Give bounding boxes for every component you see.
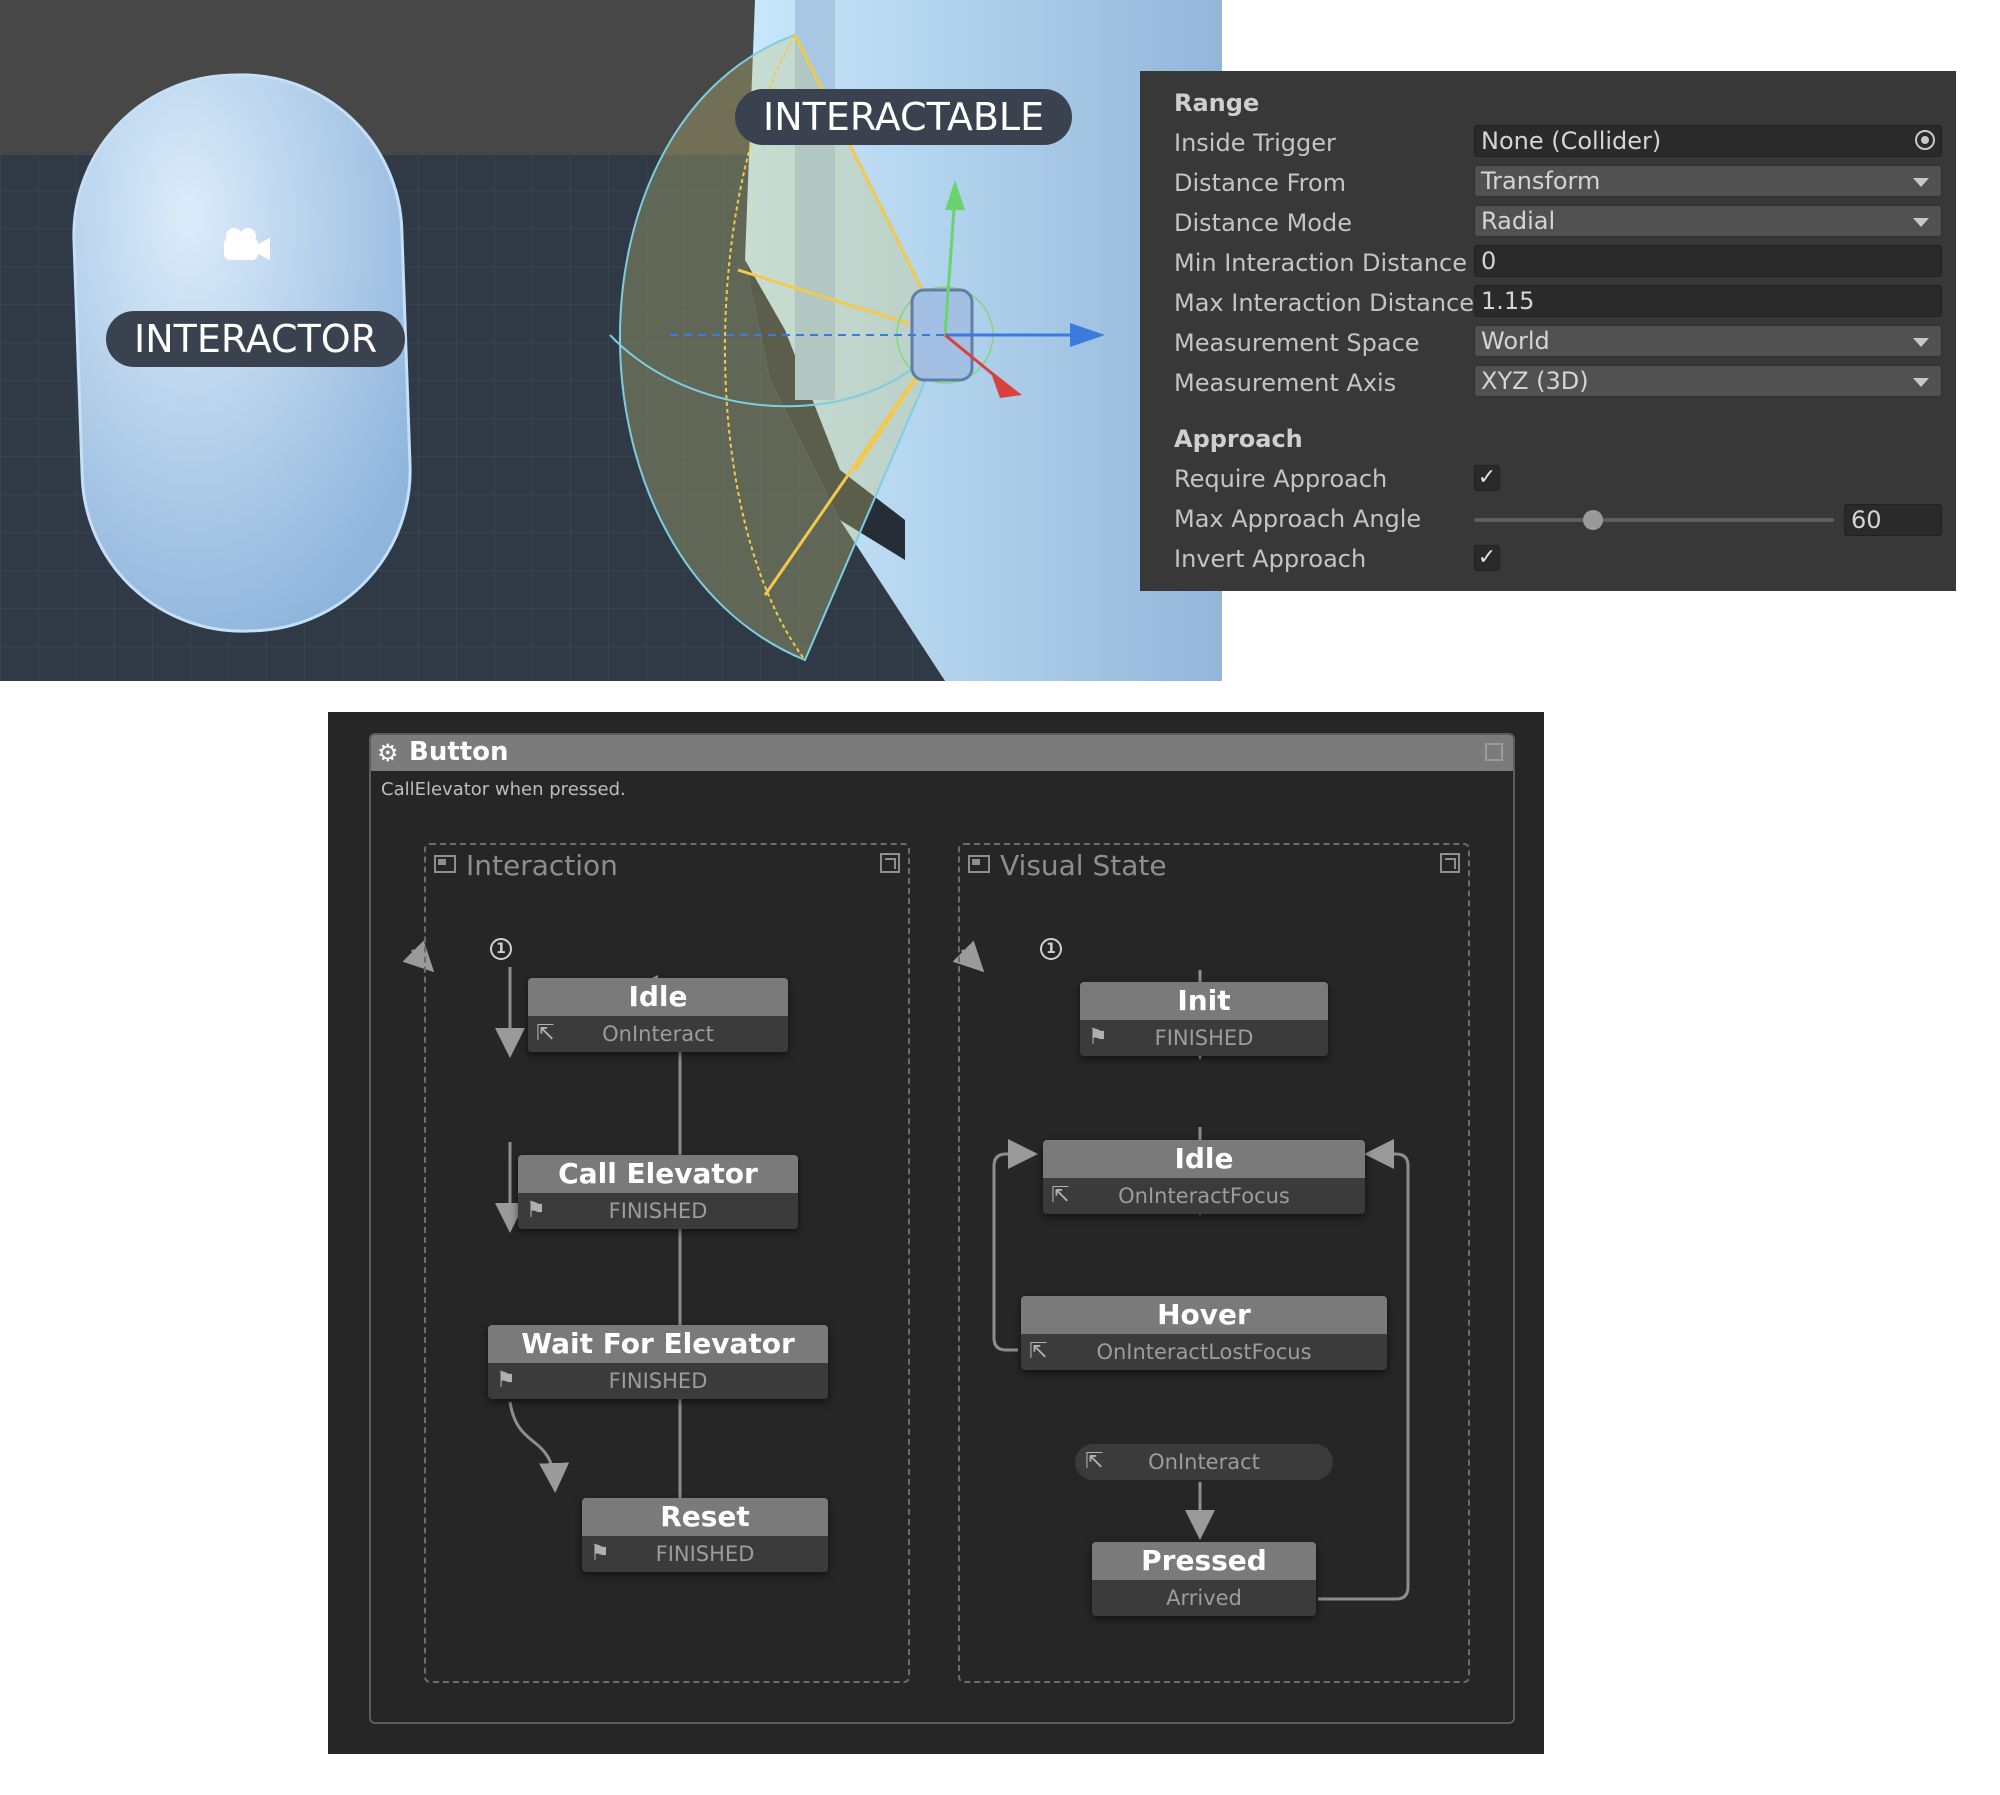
chevron-down-icon (1913, 218, 1929, 227)
state-call-elevator[interactable]: Call Elevator ⚑ FINISHED (518, 1155, 798, 1229)
flag-icon: ⚑ (1088, 1025, 1108, 1050)
distance-from-label: Distance From (1174, 169, 1347, 197)
event-label: Arrived (1166, 1586, 1242, 1610)
state-hover[interactable]: Hover ⇱ OnInteractLostFocus (1021, 1296, 1387, 1370)
require-approach-checkbox[interactable]: ✓ (1474, 465, 1500, 491)
scene-view[interactable]: INTERACTOR INTERACTABLE (0, 0, 1222, 681)
min-distance-input[interactable]: 0 (1474, 245, 1942, 277)
inside-trigger-value: None (Collider) (1481, 127, 1662, 155)
measurement-space-dropdown[interactable]: World (1474, 325, 1942, 357)
start-state-icon: 1 (1040, 938, 1062, 960)
cursor-icon: ⇱ (536, 1021, 555, 1046)
interactable-label: INTERACTABLE (735, 89, 1073, 145)
state-event[interactable]: ⚑ FINISHED (518, 1193, 798, 1229)
event-label: OnInteract (602, 1022, 714, 1046)
event-label: OnInteractFocus (1118, 1184, 1290, 1208)
invert-approach-checkbox[interactable]: ✓ (1474, 545, 1500, 571)
chevron-down-icon (1913, 378, 1929, 387)
cursor-icon: ⇱ (1085, 1449, 1104, 1474)
event-label: FINISHED (608, 1199, 708, 1223)
state-idle-interaction[interactable]: Idle ⇱ OnInteract (528, 978, 788, 1052)
state-name: Idle (528, 978, 788, 1016)
event-label: FINISHED (655, 1542, 755, 1566)
state-event[interactable]: ⇱ OnInteract (528, 1016, 788, 1052)
inside-trigger-field[interactable]: None (Collider) (1474, 125, 1942, 157)
max-approach-angle-input[interactable]: 60 (1844, 504, 1942, 536)
state-event[interactable]: ⚑ FINISHED (582, 1536, 828, 1572)
start-state-icon: 1 (490, 938, 512, 960)
group-icon (968, 855, 990, 873)
state-name: Pressed (1092, 1542, 1316, 1580)
flag-icon: ⚑ (496, 1368, 516, 1393)
flag-icon: ⚑ (526, 1198, 546, 1223)
chevron-down-icon (1913, 178, 1929, 187)
distance-mode-dropdown[interactable]: Radial (1474, 205, 1942, 237)
distance-from-dropdown[interactable]: Transform (1474, 165, 1942, 197)
inside-trigger-label: Inside Trigger (1174, 129, 1336, 157)
state-name: Call Elevator (518, 1155, 798, 1193)
state-idle-visual[interactable]: Idle ⇱ OnInteractFocus (1043, 1140, 1365, 1214)
maximize-icon[interactable] (1485, 743, 1503, 761)
state-event[interactable]: ⇱ OnInteractLostFocus (1021, 1334, 1387, 1370)
checkmark-icon: ✓ (1477, 465, 1497, 490)
slider-handle[interactable] (1582, 510, 1603, 530)
distance-from-value: Transform (1481, 167, 1601, 195)
state-name: Idle (1043, 1140, 1365, 1178)
measurement-space-label: Measurement Space (1174, 329, 1420, 357)
event-label: FINISHED (1154, 1026, 1254, 1050)
state-init[interactable]: Init ⚑ FINISHED (1080, 982, 1328, 1056)
cursor-icon: ⇱ (1029, 1339, 1048, 1364)
max-approach-angle-value: 60 (1851, 506, 1882, 534)
measurement-axis-dropdown[interactable]: XYZ (3D) (1474, 365, 1942, 397)
flag-icon: ⚑ (590, 1541, 610, 1566)
global-transition-oninteract[interactable]: ⇱ OnInteract (1075, 1444, 1333, 1480)
max-distance-input[interactable]: 1.15 (1474, 285, 1942, 317)
object-picker-icon[interactable] (1915, 130, 1935, 150)
max-distance-value: 1.15 (1481, 287, 1535, 315)
state-reset[interactable]: Reset ⚑ FINISHED (582, 1498, 828, 1572)
state-wait-for-elevator[interactable]: Wait For Elevator ⚑ FINISHED (488, 1325, 828, 1399)
max-approach-angle-slider[interactable] (1474, 518, 1834, 522)
fsm-graph-panel[interactable]: ⚙ Button CallElevator when pressed. Inte… (328, 712, 1544, 1754)
cursor-icon: ⇱ (1051, 1183, 1070, 1208)
measurement-axis-label: Measurement Axis (1174, 369, 1397, 397)
state-name: Init (1080, 982, 1328, 1020)
maximize-icon[interactable] (880, 853, 900, 873)
fsm-description: CallElevator when pressed. (381, 779, 626, 800)
chevron-down-icon (1913, 338, 1929, 347)
measurement-space-value: World (1481, 327, 1550, 355)
event-label: FINISHED (608, 1369, 708, 1393)
state-event[interactable]: Arrived (1092, 1580, 1316, 1616)
max-distance-label: Max Interaction Distance (1174, 289, 1475, 317)
approach-header: Approach (1174, 425, 1303, 453)
group-title: Visual State (1000, 849, 1167, 882)
state-name: Wait For Elevator (488, 1325, 828, 1363)
interactor-label: INTERACTOR (106, 311, 406, 367)
max-approach-angle-label: Max Approach Angle (1174, 505, 1422, 533)
checkmark-icon: ✓ (1477, 545, 1497, 570)
event-label: OnInteract (1148, 1450, 1260, 1474)
invert-approach-label: Invert Approach (1174, 545, 1367, 573)
fsm-titlebar[interactable]: ⚙ Button (371, 735, 1513, 771)
state-event[interactable]: ⇱ OnInteractFocus (1043, 1178, 1365, 1214)
min-distance-label: Min Interaction Distance (1174, 249, 1467, 277)
fsm-icon: ⚙ (377, 739, 399, 767)
state-name: Hover (1021, 1296, 1387, 1334)
min-distance-value: 0 (1481, 247, 1497, 275)
state-event[interactable]: ⚑ FINISHED (488, 1363, 828, 1399)
maximize-icon[interactable] (1440, 853, 1460, 873)
measurement-axis-value: XYZ (3D) (1481, 367, 1589, 395)
state-name: Reset (582, 1498, 828, 1536)
inspector-panel: Range Inside Trigger None (Collider) Dis… (1140, 71, 1956, 591)
distance-mode-value: Radial (1481, 207, 1556, 235)
range-header: Range (1174, 89, 1260, 117)
group-icon (434, 855, 456, 873)
state-pressed[interactable]: Pressed Arrived (1092, 1542, 1316, 1616)
event-label: OnInteractLostFocus (1096, 1340, 1312, 1364)
group-title: Interaction (466, 849, 618, 882)
fsm-title: Button (409, 737, 509, 767)
distance-mode-label: Distance Mode (1174, 209, 1352, 237)
require-approach-label: Require Approach (1174, 465, 1388, 493)
state-event[interactable]: ⚑ FINISHED (1080, 1020, 1328, 1056)
